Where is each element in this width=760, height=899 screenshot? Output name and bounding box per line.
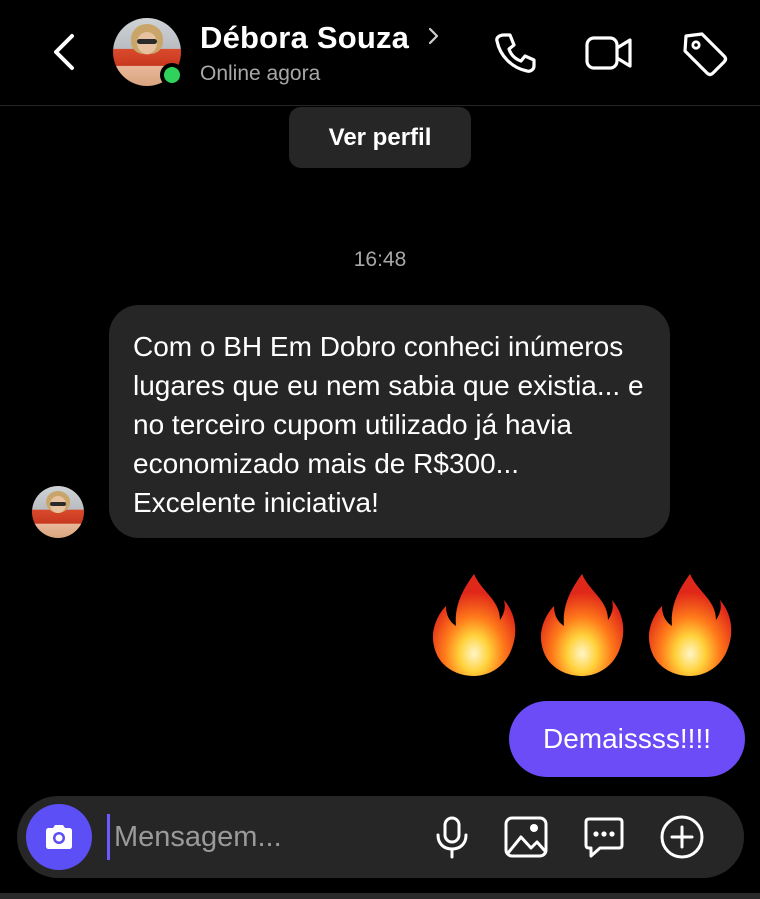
online-status-dot [160,63,184,87]
bottom-divider [0,893,760,899]
plus-icon[interactable] [658,813,706,861]
back-icon[interactable] [44,28,84,76]
contact-status: Online agora [200,62,321,85]
microphone-icon[interactable] [428,813,476,861]
camera-icon [46,825,72,849]
fire-emoji [540,574,624,676]
message-timestamp: 16:48 [353,248,407,271]
message-composer [17,796,744,878]
message-input[interactable] [107,814,407,860]
chevron-right-icon[interactable] [426,24,442,48]
reaction-emojis[interactable] [430,570,734,680]
fire-emoji [648,574,732,676]
view-profile-button[interactable]: Ver perfil [289,107,471,168]
sender-avatar[interactable] [32,486,84,538]
phone-icon[interactable] [490,28,540,78]
contact-name[interactable]: Débora Souza [200,20,409,56]
fire-emoji [432,574,516,676]
sticker-icon[interactable] [580,813,628,861]
image-icon[interactable] [502,813,550,861]
camera-button[interactable] [26,804,92,870]
tag-icon[interactable] [680,28,730,78]
chat-header: Débora Souza Online agora [0,0,760,106]
outgoing-message-bubble[interactable]: Demaissss!!!! [509,701,745,777]
incoming-message-bubble[interactable]: Com o BH Em Dobro conheci inúmeros lugar… [109,305,670,538]
video-icon[interactable] [584,28,634,78]
